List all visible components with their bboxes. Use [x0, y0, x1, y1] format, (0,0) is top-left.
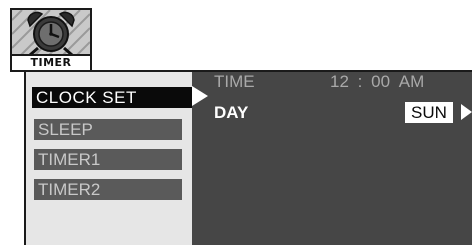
timer-badge-label: TIMER: [12, 54, 90, 70]
day-label: DAY: [214, 103, 249, 122]
time-separator: :: [357, 72, 363, 91]
time-value[interactable]: 12 : 00 AM: [330, 72, 424, 92]
clock-settings-panel: [192, 72, 472, 245]
menu-item-timer1[interactable]: TIMER1: [34, 149, 182, 170]
timer-osd-screen: TIMER CLOCK SET SLEEP TIMER1 TIMER2 TIME…: [0, 0, 472, 245]
menu-item-timer2[interactable]: TIMER2: [34, 179, 182, 200]
day-next-arrow-icon[interactable]: [461, 104, 472, 120]
time-hour[interactable]: 12: [330, 72, 349, 92]
time-period[interactable]: AM: [399, 72, 425, 92]
menu-item-sleep[interactable]: SLEEP: [34, 119, 182, 140]
timer-mode-badge: TIMER: [10, 8, 92, 72]
time-minute[interactable]: 00: [371, 72, 390, 92]
menu-item-clock-set[interactable]: CLOCK SET: [32, 87, 192, 108]
time-label: TIME: [214, 72, 255, 91]
selection-pointer-icon: [192, 86, 208, 106]
day-value-selector[interactable]: SUN: [405, 102, 453, 123]
timer-clock-icon: [12, 10, 90, 56]
timer-menu: CLOCK SET SLEEP TIMER1 TIMER2: [26, 72, 192, 245]
